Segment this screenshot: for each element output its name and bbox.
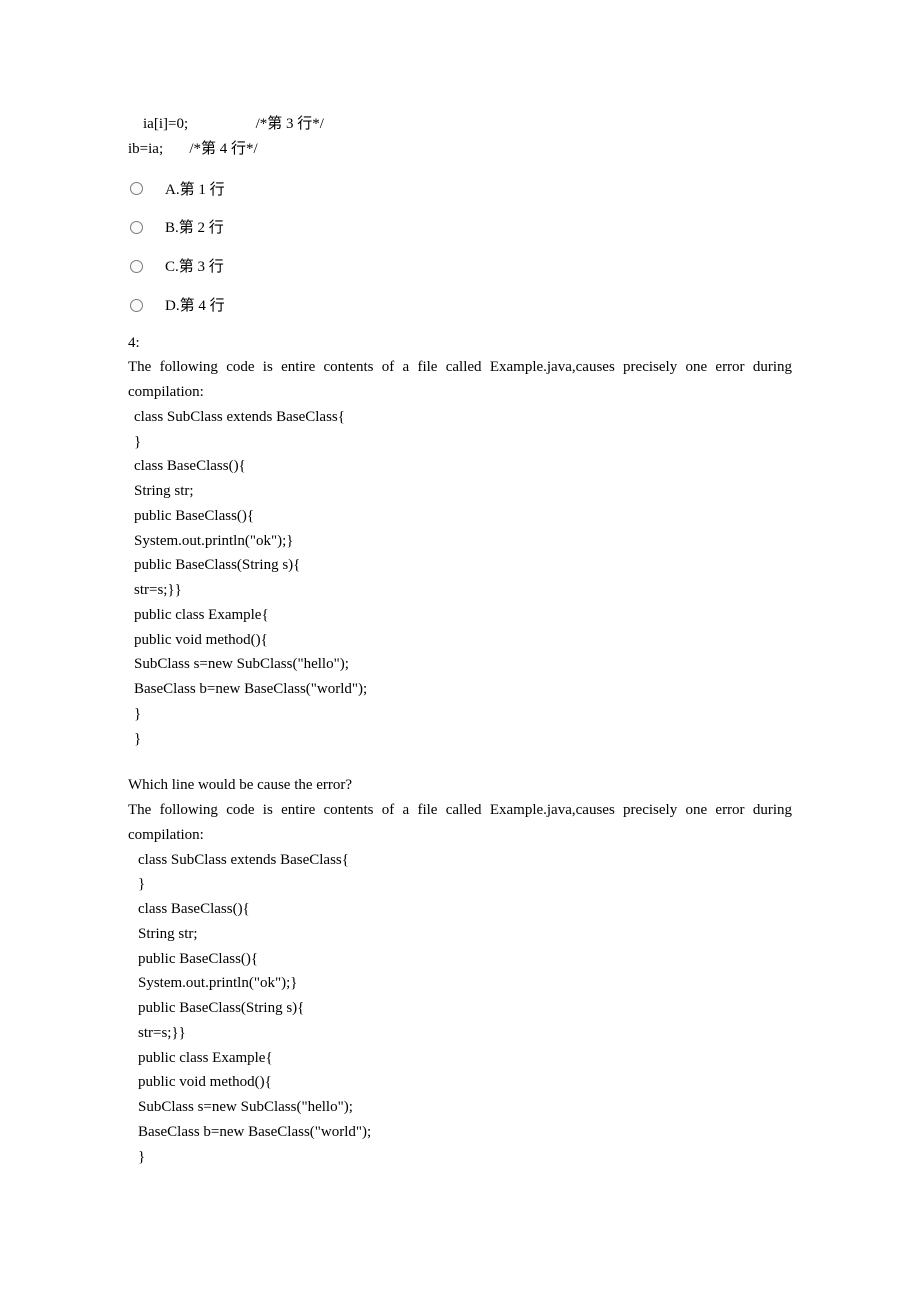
option-label: D.第 4 行 [165,294,225,319]
code-line: str=s;}} [138,1021,792,1046]
code-line: } [138,872,792,897]
code-line: class BaseClass(){ [134,454,792,479]
option-b[interactable]: B.第 2 行 [130,214,792,239]
code-line: } [134,727,792,752]
code-line: } [138,1145,792,1170]
radio-icon[interactable] [130,299,143,312]
code-line: } [134,702,792,727]
question-stem-repeat: The following code is entire contents of… [128,798,792,848]
option-a[interactable]: A.第 1 行 [130,176,792,201]
code-line: System.out.println("ok");} [138,971,792,996]
code-line: class SubClass extends BaseClass{ [134,405,792,430]
code-line: public void method(){ [138,1070,792,1095]
radio-icon[interactable] [130,221,143,234]
code-line: str=s;}} [134,578,792,603]
option-label: B.第 2 行 [165,216,224,241]
code-line: class SubClass extends BaseClass{ [138,848,792,873]
option-label: A.第 1 行 [165,178,225,203]
code-line: class BaseClass(){ [138,897,792,922]
spacer [128,751,792,773]
code-line: public class Example{ [134,603,792,628]
code-line: public BaseClass(String s){ [138,996,792,1021]
code-line: public void method(){ [134,628,792,653]
radio-icon[interactable] [130,260,143,273]
code-line: BaseClass b=new BaseClass("world"); [134,677,792,702]
question-number: 4: [128,331,792,356]
option-c[interactable]: C.第 3 行 [130,253,792,278]
document-page: ia[i]=0; /*第 3 行*/ ib=ia; /*第 4 行*/ A.第 … [0,0,920,1249]
code-block-1: class SubClass extends BaseClass{ } clas… [128,405,792,752]
option-label: C.第 3 行 [165,255,224,280]
code-line: System.out.println("ok");} [134,529,792,554]
code-fragment-line: ib=ia; /*第 4 行*/ [128,137,792,162]
code-line: String str; [134,479,792,504]
code-line: } [134,430,792,455]
question-text: Which line would be cause the error? [128,773,792,798]
code-line: BaseClass b=new BaseClass("world"); [138,1120,792,1145]
code-line: public class Example{ [138,1046,792,1071]
code-fragment-line: ia[i]=0; /*第 3 行*/ [128,112,792,137]
question-stem: The following code is entire contents of… [128,355,792,405]
code-line: public BaseClass(){ [138,947,792,972]
code-line: public BaseClass(String s){ [134,553,792,578]
code-line: public BaseClass(){ [134,504,792,529]
radio-icon[interactable] [130,182,143,195]
code-block-2: class SubClass extends BaseClass{ } clas… [128,848,792,1170]
code-line: String str; [138,922,792,947]
option-d[interactable]: D.第 4 行 [130,292,792,317]
code-line: SubClass s=new SubClass("hello"); [134,652,792,677]
code-line: SubClass s=new SubClass("hello"); [138,1095,792,1120]
